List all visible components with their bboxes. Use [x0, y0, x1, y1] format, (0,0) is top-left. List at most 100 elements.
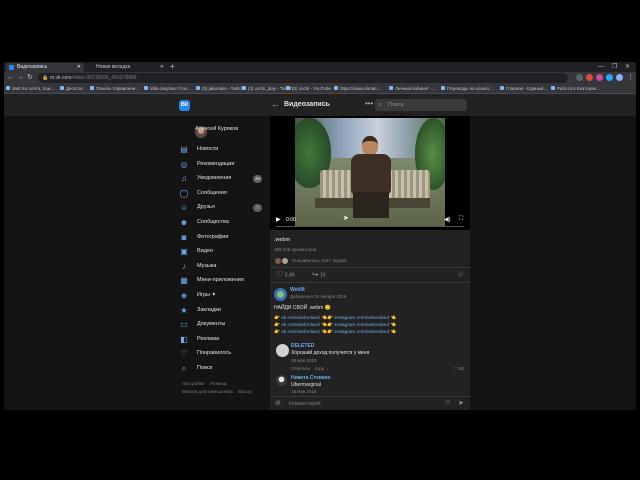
- like-button[interactable]: ♡ 3,4K: [276, 270, 295, 280]
- comment-author[interactable]: Никита Стевкин: [291, 375, 330, 381]
- forward-icon[interactable]: →: [17, 73, 24, 83]
- address-bar[interactable]: 🔒 m.vk.com/video-30316056_456278989: [38, 73, 568, 83]
- sidebar-item-4[interactable]: ☺ Друзья 7: [178, 202, 266, 214]
- new-tab-icon[interactable]: +: [170, 62, 175, 72]
- bookmark-icon: ★: [180, 305, 188, 315]
- sidebar-item-5[interactable]: ☻ Сообщества: [178, 217, 266, 229]
- avatar[interactable]: [274, 288, 287, 301]
- footer-link[interactable]: Настройки: [182, 381, 204, 386]
- sidebar-item-14[interactable]: ♡ Понравилось: [178, 348, 266, 360]
- reload-icon[interactable]: ↻: [27, 73, 33, 83]
- sidebar-item-2[interactable]: ♫ Уведомления 46: [178, 173, 266, 185]
- extension-icon[interactable]: [606, 74, 613, 81]
- bell-icon: ♫: [181, 174, 187, 184]
- tab-label: Новая вкладка: [96, 64, 131, 70]
- bookmark-item[interactable]: Переводы на кошел...: [441, 84, 493, 93]
- bookmarks-bar: Mail.Ru почта, пои... Десктоп Панель Управ…: [4, 84, 636, 94]
- page-title: Видеозапись: [284, 101, 330, 108]
- sidebar-item-10[interactable]: ◈ Игры ✦: [178, 290, 266, 302]
- sidebar-item-6[interactable]: ◙ Фотографии: [178, 232, 266, 244]
- fullscreen-icon[interactable]: ⛶: [459, 216, 463, 223]
- extension-icon[interactable]: [586, 74, 593, 81]
- close-window-icon[interactable]: ✕: [625, 62, 630, 72]
- comment-author[interactable]: WebM: [290, 287, 305, 293]
- vk-logo[interactable]: ВК: [179, 100, 190, 111]
- sidebar-item-label: Документы: [197, 321, 226, 328]
- more-icon[interactable]: •••: [365, 99, 373, 109]
- footer-link[interactable]: Помощь: [210, 381, 227, 386]
- bookmark-item[interactable]: Десктоп: [60, 84, 83, 93]
- video-progress-bar[interactable]: [276, 226, 464, 227]
- sidebar-item-7[interactable]: ▣ Видео: [178, 246, 266, 258]
- bookmark-item[interactable]: (3) jakerulev - Twitch: [196, 84, 243, 93]
- more-button[interactable]: Ещё ⌄: [315, 366, 329, 372]
- sidebar-item-15[interactable]: ⌕ Поиск: [178, 363, 266, 375]
- bookmark-item[interactable]: Панель Управлени...: [90, 84, 139, 93]
- star-icon[interactable]: ☆: [457, 270, 464, 280]
- menu-icon[interactable]: ⋮: [627, 73, 634, 83]
- share-button[interactable]: ↪ 16: [312, 270, 326, 280]
- minimize-icon[interactable]: —: [598, 62, 604, 72]
- instagram-link[interactable]: instagram.com/webmland: [334, 330, 389, 335]
- sidebar-item-9[interactable]: ▦ Мини-приложения: [178, 275, 266, 287]
- maximize-icon[interactable]: ❐: [612, 62, 617, 72]
- bookmark-item[interactable]: Mail.Ru почта, пои...: [6, 84, 54, 93]
- sidebar-item-0[interactable]: ▤ Новости: [178, 144, 266, 156]
- avatar[interactable]: [276, 375, 287, 386]
- close-tab-icon[interactable]: ✕: [77, 63, 81, 72]
- bookmark-favicon-icon: [60, 86, 64, 90]
- extension-icon[interactable]: [596, 74, 603, 81]
- bookmark-favicon-icon: [6, 86, 10, 90]
- emoji-icon[interactable]: ☺: [444, 399, 451, 406]
- back-arrow-icon[interactable]: ←: [271, 98, 280, 110]
- send-icon[interactable]: ➤: [458, 399, 464, 407]
- sidebar-item-1[interactable]: ◎ Рекомендации: [178, 159, 266, 171]
- bookmark-item[interactable]: https://www.donati...: [334, 84, 380, 93]
- bookmark-item[interactable]: (3) xochi - YouTube: [286, 84, 331, 93]
- sidebar-item-11[interactable]: ★ Закладки: [178, 305, 266, 317]
- comment-likes[interactable]: ♡ 182: [452, 366, 465, 372]
- sidebar-item-label: Сообщества: [197, 219, 229, 225]
- comment-composer: ⊘ Комментарий ☺ ➤: [270, 396, 470, 410]
- bookmark-item[interactable]: Mila покупки / Fon...: [144, 84, 191, 93]
- sidebar-item-8[interactable]: ♪ Музыка: [178, 261, 266, 273]
- vk-link[interactable]: vk.com/webmland: [281, 316, 319, 321]
- link-row: 👉 vk.com/webmland 👈👉 instagram.com/webml…: [274, 316, 397, 321]
- sidebar-item-3[interactable]: ◯ Сообщения: [178, 188, 266, 200]
- volume-icon[interactable]: ◀): [444, 216, 451, 223]
- attach-icon[interactable]: ⊘: [275, 399, 281, 407]
- back-icon[interactable]: ←: [7, 73, 14, 83]
- message-icon: ◯: [179, 188, 189, 198]
- heart-icon: ♡: [180, 349, 188, 359]
- sidebar-item-label: Друзья: [197, 204, 215, 211]
- search-input[interactable]: ⌕ Поиск: [375, 99, 467, 111]
- profile-icon[interactable]: [576, 74, 583, 81]
- footer-link[interactable]: Выход: [238, 389, 251, 394]
- bookmark-item[interactable]: Работа в Екатерин...: [551, 84, 600, 93]
- photo-icon: ◙: [181, 232, 187, 242]
- bookmark-item[interactable]: Личный кабинет -...: [389, 84, 435, 93]
- vk-link[interactable]: vk.com/webmland: [281, 323, 319, 328]
- video-player[interactable]: ▶ 0:00 ◀) ⛶ ➤: [270, 116, 470, 230]
- comment-author[interactable]: DELETED: [291, 343, 314, 349]
- tab-new[interactable]: Новая вкладка ✕: [85, 63, 167, 72]
- sidebar-item-label: Поиск: [197, 365, 213, 371]
- sidebar-item-12[interactable]: ▭ Документы: [178, 319, 266, 331]
- close-tab-icon[interactable]: ✕: [160, 63, 164, 72]
- url-path: /video-30316056_456278989: [71, 75, 137, 81]
- footer-link[interactable]: Версия для компьютера: [182, 389, 233, 394]
- play-icon[interactable]: ▶: [276, 216, 281, 223]
- search-icon: ⌕: [181, 364, 187, 373]
- avatar[interactable]: [276, 344, 289, 357]
- bookmark-item[interactable]: Главная - Единый...: [500, 84, 547, 93]
- instagram-link[interactable]: instagram.com/webmland: [334, 316, 389, 321]
- instagram-link[interactable]: instagram.com/webmland: [334, 323, 389, 328]
- reply-button[interactable]: Ответить: [291, 366, 310, 371]
- sidebar-item-13[interactable]: ◧ Реклама: [178, 334, 266, 346]
- comment-input[interactable]: Комментарий: [289, 401, 321, 407]
- sidebar-item-label: Фотографии: [197, 233, 229, 240]
- tab-video[interactable]: Видеозапись ✕: [6, 63, 84, 72]
- vk-link[interactable]: vk.com/webmland: [281, 330, 319, 335]
- sidebar-item-label: Видео: [197, 248, 214, 255]
- avatar[interactable]: [616, 74, 623, 81]
